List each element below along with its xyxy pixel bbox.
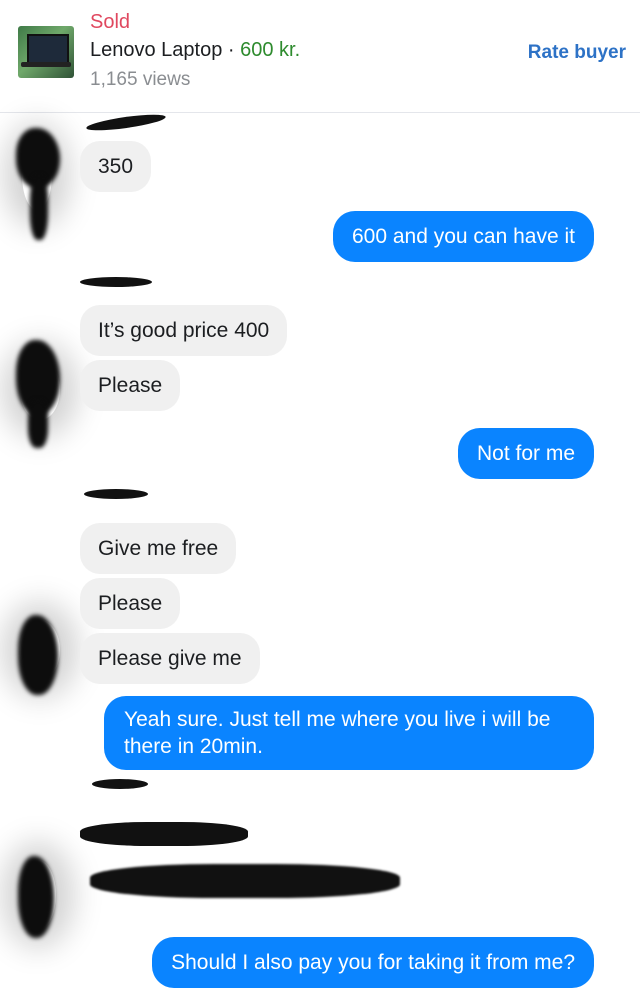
title-separator: · — [222, 39, 241, 61]
incoming-message: Please — [80, 360, 181, 411]
incoming-message: Please give me — [80, 633, 260, 684]
outgoing-message: Not for me — [457, 428, 594, 479]
rate-buyer-button[interactable]: Rate buyer — [528, 42, 626, 64]
listing-views: 1,165 views — [90, 69, 191, 90]
laptop-screen-image — [27, 34, 69, 64]
redacted-message-2 — [90, 864, 400, 898]
redacted-message-1 — [80, 822, 248, 846]
redacted-name-4 — [92, 779, 148, 789]
listing-header: Sold Lenovo Laptop · 600 kr. 1,165 views… — [0, 0, 640, 113]
laptop-base-image — [21, 62, 71, 67]
redacted-avatar-1-tail — [30, 175, 48, 240]
redacted-name-3 — [84, 489, 148, 499]
incoming-message: Please — [80, 578, 181, 629]
outgoing-message: Yeah sure. Just tell me where you live i… — [104, 696, 594, 770]
listing-thumbnail[interactable] — [18, 26, 74, 78]
listing-status: Sold — [90, 11, 131, 33]
redacted-avatar-2-tail — [28, 400, 48, 448]
redacted-name-1 — [85, 111, 167, 134]
redacted-name-2 — [80, 277, 152, 287]
incoming-message: 350 — [80, 141, 152, 192]
incoming-message: Give me free — [80, 523, 237, 574]
incoming-message: It’s good price 400 — [80, 305, 288, 356]
outgoing-message: 600 and you can have it — [332, 211, 594, 262]
redacted-avatar-3 — [18, 615, 58, 695]
outgoing-message: Should I also pay you for taking it from… — [152, 937, 594, 988]
listing-price: 600 kr. — [240, 39, 301, 61]
redacted-avatar-4 — [18, 856, 54, 938]
listing-title-line[interactable]: Lenovo Laptop · 600 kr. — [90, 39, 300, 62]
listing-title: Lenovo Laptop — [90, 39, 223, 61]
